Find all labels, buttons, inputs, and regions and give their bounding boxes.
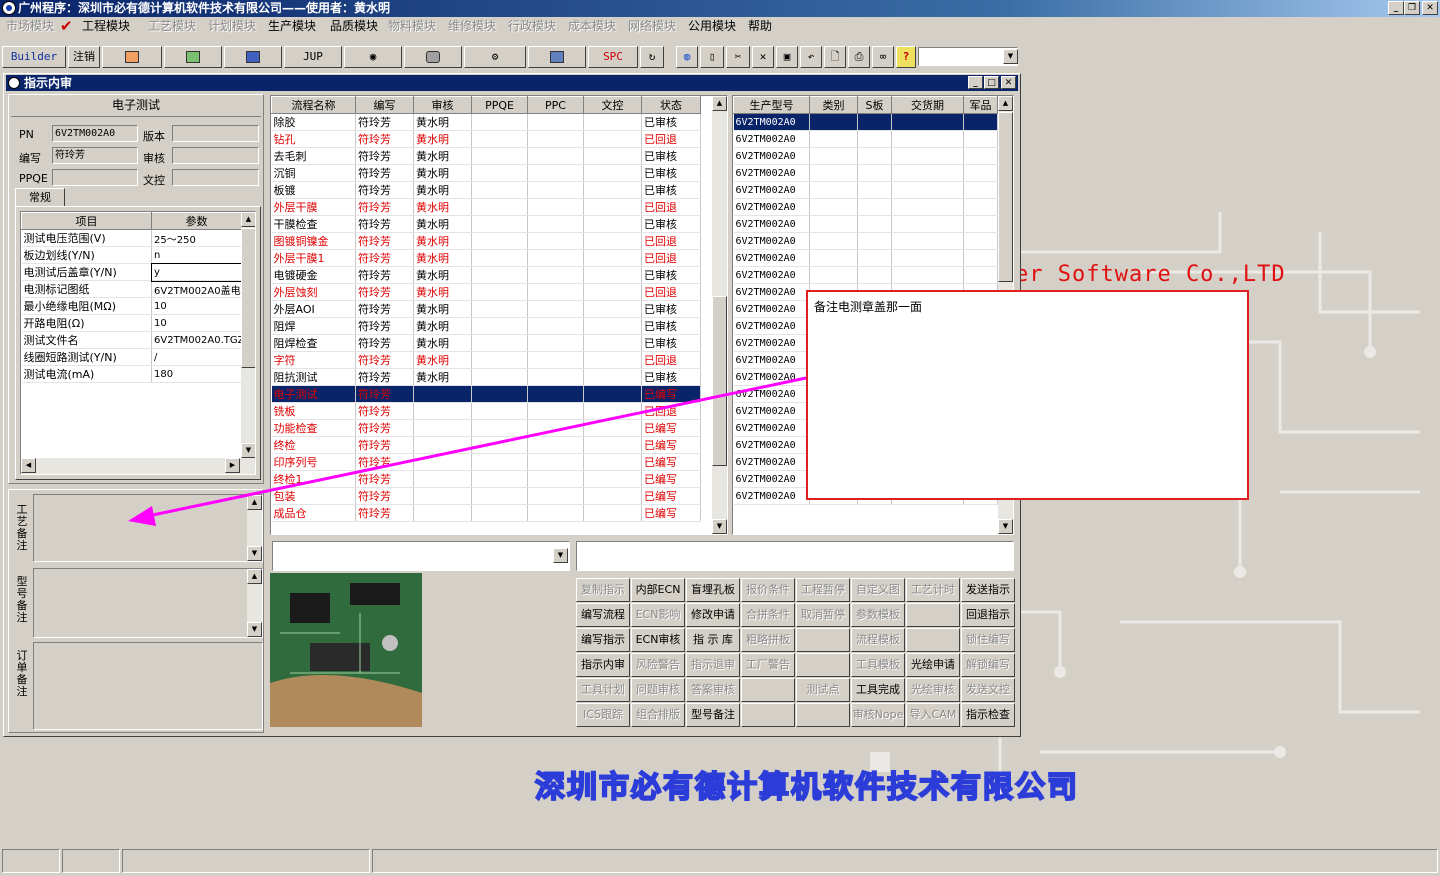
status-bar — [0, 846, 1440, 876]
status-panel-3 — [122, 849, 370, 873]
status-panel-1 — [2, 849, 60, 873]
annotation-arrow-line — [147, 376, 807, 518]
status-panel-4 — [372, 849, 1438, 873]
status-panel-2 — [62, 849, 120, 873]
annotation-arrow — [128, 376, 807, 526]
annotation-arrow-head — [128, 506, 156, 526]
